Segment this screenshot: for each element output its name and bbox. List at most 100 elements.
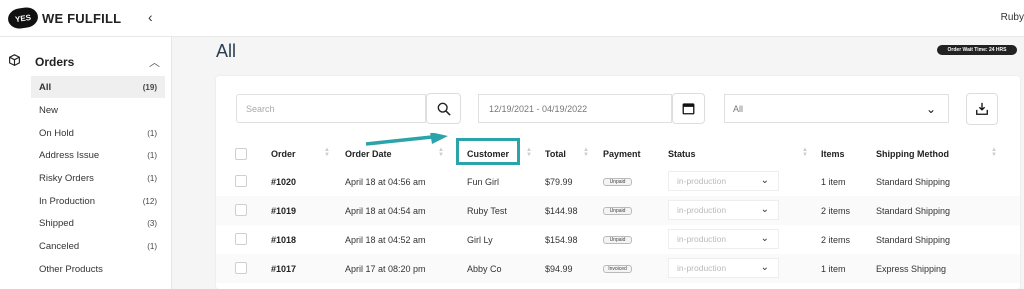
customer-name: Fun Girl <box>467 177 500 187</box>
sort-icon[interactable]: ▲ ▼ <box>526 147 532 158</box>
sidebar-item-all[interactable]: All (19) <box>31 76 165 98</box>
sidebar-item-canceled[interactable]: Canceled (1) <box>31 235 165 257</box>
status-value: in-production <box>677 234 727 244</box>
payment-badge: Unpaid <box>603 207 632 215</box>
sidebar-item-risky-orders[interactable]: Risky Orders (1) <box>31 167 165 189</box>
sidebar-item-shipped[interactable]: Shipped (3) <box>31 212 165 234</box>
orders-card: Search 12/19/2021 - 04/19/2022 All ⌄ Ord… <box>216 76 1020 289</box>
column-header-order-date[interactable]: Order Date <box>345 149 392 159</box>
annotation-arrow-icon <box>365 133 448 146</box>
order-date: April 17 at 08:20 pm <box>345 264 426 274</box>
sidebar: Orders ︿ All (19) New On Hold (1) Address … <box>0 37 172 289</box>
order-date: April 18 at 04:52 am <box>345 235 426 245</box>
sidebar-item-label: Risky Orders <box>39 172 94 184</box>
sort-icon[interactable]: ▲ ▼ <box>802 147 808 158</box>
table-row[interactable]: #1020 April 18 at 04:56 am Fun Girl $79.… <box>216 167 1020 196</box>
sidebar-item-in-production[interactable]: In Production (12) <box>31 190 165 212</box>
chevron-down-icon: ⌄ <box>760 175 769 186</box>
sidebar-item-label: Canceled <box>39 240 80 252</box>
sidebar-section-orders[interactable]: Orders ︿ <box>8 54 164 70</box>
customer-highlight-box <box>456 138 520 165</box>
calendar-button[interactable] <box>672 93 705 124</box>
shipping-method: Express Shipping <box>876 264 947 274</box>
sort-icon[interactable]: ▲ ▼ <box>438 147 444 158</box>
table-row[interactable]: #1018 April 18 at 04:52 am Girl Ly $154.… <box>216 225 1020 254</box>
order-number[interactable]: #1019 <box>271 206 296 216</box>
download-button[interactable] <box>966 93 998 125</box>
customer-name: Abby Co <box>467 264 502 274</box>
status-dropdown[interactable]: in-production ⌄ <box>668 171 779 191</box>
status-filter-select[interactable]: All ⌄ <box>724 94 949 123</box>
order-date: April 18 at 04:54 am <box>345 206 426 216</box>
sidebar-item-label: Address Issue <box>39 149 100 161</box>
page-title: All <box>216 41 237 61</box>
column-header-payment[interactable]: Payment <box>603 149 641 159</box>
sidebar-item-label: In Production <box>39 195 95 207</box>
calendar-icon <box>682 103 695 115</box>
row-checkbox[interactable] <box>235 175 247 187</box>
customer-name: Girl Ly <box>467 235 493 245</box>
order-number[interactable]: #1020 <box>271 177 296 187</box>
box-icon <box>8 54 21 70</box>
chevron-down-icon: ⌄ <box>760 262 769 273</box>
customer-name: Ruby Test <box>467 206 507 216</box>
row-checkbox[interactable] <box>235 204 247 216</box>
collapse-sidebar-icon[interactable]: ‹ <box>148 9 153 25</box>
sidebar-item-count: (19) <box>142 82 157 92</box>
sidebar-item-count: (1) <box>147 150 157 160</box>
sort-icon[interactable]: ▲ ▼ <box>324 147 330 158</box>
order-number[interactable]: #1017 <box>271 264 296 274</box>
payment-badge: Unpaid <box>603 178 632 186</box>
sidebar-item-new[interactable]: New <box>31 99 165 121</box>
sidebar-item-address-issue[interactable]: Address Issue (1) <box>31 144 165 166</box>
date-range-input[interactable]: 12/19/2021 - 04/19/2022 <box>478 94 672 123</box>
logo[interactable]: YES WE FULFILL <box>6 6 122 30</box>
sidebar-item-label: On Hold <box>39 127 74 139</box>
select-all-checkbox[interactable] <box>235 148 247 160</box>
sort-icon[interactable]: ▲ ▼ <box>583 147 589 158</box>
order-date: April 18 at 04:56 am <box>345 177 426 187</box>
items-count: 1 item <box>821 177 846 187</box>
status-value: in-production <box>677 205 727 215</box>
column-header-order[interactable]: Order <box>271 149 296 159</box>
shipping-method: Standard Shipping <box>876 206 951 216</box>
column-header-items[interactable]: Items <box>821 149 845 159</box>
sidebar-item-on-hold[interactable]: On Hold (1) <box>31 122 165 144</box>
search-button[interactable] <box>426 93 461 124</box>
row-checkbox[interactable] <box>235 233 247 245</box>
sidebar-item-label: New <box>39 104 59 116</box>
sidebar-item-count: (3) <box>147 218 157 228</box>
chevron-up-icon[interactable]: ︿ <box>149 54 160 70</box>
status-value: in-production <box>677 176 727 186</box>
order-wait-time-badge: Order Wait Time: 24 HRS <box>937 45 1017 55</box>
status-dropdown[interactable]: in-production ⌄ <box>668 200 779 220</box>
column-header-shipping-method[interactable]: Shipping Method <box>876 149 949 159</box>
items-count: 1 item <box>821 264 846 274</box>
chevron-down-icon: ⌄ <box>925 102 936 116</box>
order-number[interactable]: #1018 <box>271 235 296 245</box>
table-row[interactable]: #1019 April 18 at 04:54 am Ruby Test $14… <box>216 196 1020 225</box>
user-name[interactable]: Ruby <box>1001 12 1024 23</box>
shipping-method: Standard Shipping <box>876 177 951 187</box>
order-total: $144.98 <box>545 206 578 216</box>
status-dropdown[interactable]: in-production ⌄ <box>668 229 779 249</box>
order-total: $79.99 <box>545 177 573 187</box>
payment-badge: Invoiced <box>603 265 632 273</box>
items-count: 2 items <box>821 235 851 245</box>
sidebar-item-other-products[interactable]: Other Products <box>31 258 165 280</box>
sidebar-item-label: All <box>39 81 52 93</box>
sidebar-item-count: (1) <box>147 241 157 251</box>
logo-text: WE FULFILL <box>42 10 122 26</box>
status-dropdown[interactable]: in-production ⌄ <box>668 258 779 278</box>
chevron-down-icon: ⌄ <box>760 204 769 215</box>
sort-icon[interactable]: ▲ ▼ <box>991 147 997 158</box>
table-row[interactable]: #1017 April 17 at 08:20 pm Abby Co $94.9… <box>216 254 1020 283</box>
select-value: All <box>733 104 744 114</box>
download-icon <box>976 102 988 115</box>
search-input[interactable]: Search <box>236 94 426 123</box>
row-checkbox[interactable] <box>235 262 247 274</box>
status-value: in-production <box>677 263 727 273</box>
search-icon <box>437 102 451 116</box>
column-header-total[interactable]: Total <box>545 149 566 159</box>
column-header-status[interactable]: Status <box>668 149 696 159</box>
